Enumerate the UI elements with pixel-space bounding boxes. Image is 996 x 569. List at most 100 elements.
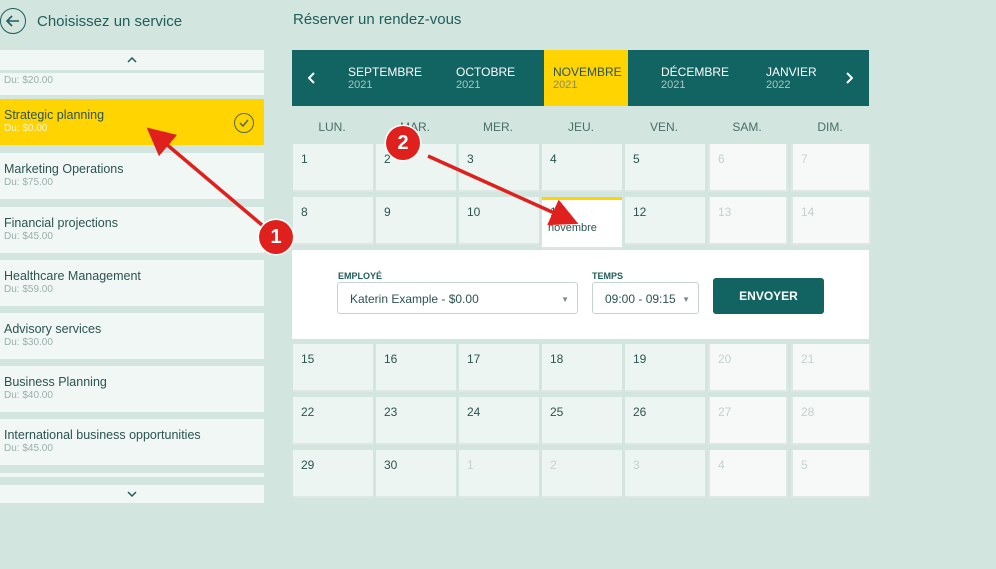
day-number: 8 <box>301 205 308 219</box>
day-number: 20 <box>718 352 732 366</box>
calendar-day[interactable]: 9 <box>376 197 456 245</box>
day-number: 13 <box>718 205 732 219</box>
calendar-day-disabled: 20 <box>708 344 788 392</box>
month-tab-november[interactable]: NOVEMBRE 2021 <box>544 50 628 106</box>
calendar-day[interactable]: 10 <box>459 197 539 245</box>
calendar-day[interactable]: 4 <box>542 144 622 192</box>
employee-value: Katerin Example - $0.00 <box>350 292 479 306</box>
day-number: 5 <box>801 458 808 472</box>
calendar-day-disabled: 14 <box>791 197 871 245</box>
day-number: 4 <box>550 152 557 166</box>
selected-day-month: novembre <box>548 222 597 234</box>
day-number: 17 <box>467 352 481 366</box>
calendar-day[interactable]: 26 <box>625 397 705 445</box>
calendar-day[interactable]: 29 <box>293 450 373 498</box>
day-number: 21 <box>801 352 815 366</box>
calendar-day[interactable]: 15 <box>293 344 373 392</box>
service-item-financial-projections[interactable]: Financial projections Du: $45.00 <box>0 207 264 253</box>
calendar-day[interactable]: 23 <box>376 397 456 445</box>
weekday-header: SAM. <box>732 120 762 134</box>
month-tab-september[interactable]: SEPTEMBRE 2021 <box>348 50 428 106</box>
submit-button[interactable]: ENVOYER <box>713 278 824 314</box>
calendar-day[interactable]: 19 <box>625 344 705 392</box>
annotation-badge-2: 2 <box>386 126 420 160</box>
day-number: 4 <box>718 458 725 472</box>
calendar-day-disabled: 13 <box>708 197 788 245</box>
previous-month-button[interactable] <box>292 50 332 106</box>
service-title: Choisissez un service <box>37 12 183 30</box>
weekday-header: JEU. <box>567 120 594 134</box>
day-number: 11 <box>550 205 563 219</box>
service-item-healthcare-management[interactable]: Healthcare Management Du: $59.00 <box>0 260 264 306</box>
weekday-header: VEN. <box>649 120 678 134</box>
day-number: 12 <box>633 205 647 219</box>
service-item-advisory-services[interactable]: Advisory services Du: $30.00 <box>0 313 264 359</box>
dropdown-caret-icon: ▼ <box>682 295 690 304</box>
calendar-day[interactable]: 22 <box>293 397 373 445</box>
day-number: 18 <box>550 352 564 366</box>
calendar-day[interactable]: 25 <box>542 397 622 445</box>
service-name: Strategic planning <box>4 108 105 122</box>
service-item-strategic-planning[interactable]: Strategic planning Du: $0.00 <box>0 99 264 145</box>
service-item-business-planning[interactable]: Business Planning Du: $40.00 <box>0 366 264 412</box>
day-number: 30 <box>384 458 398 472</box>
month-tab-january[interactable]: JANVIER 2022 <box>766 50 836 106</box>
next-month-button[interactable] <box>829 50 869 106</box>
month-tab-october[interactable]: OCTOBRE 2021 <box>456 50 536 106</box>
time-value: 09:00 - 09:15 <box>605 292 676 306</box>
calendar-day-disabled: 6 <box>708 144 788 192</box>
service-name: Healthcare Management <box>4 269 141 283</box>
booking-panel: EMPLOYÉ Katerin Example - $0.00 ▼ TEMPS … <box>292 250 869 339</box>
service-item-marketing-operations[interactable]: Marketing Operations Du: $75.00 <box>0 153 264 199</box>
calendar-day[interactable]: 8 <box>293 197 373 245</box>
service-name: Financial projections <box>4 216 118 230</box>
calendar-day-disabled: 27 <box>708 397 788 445</box>
calendar-day-disabled: 21 <box>791 344 871 392</box>
calendar-day[interactable]: 16 <box>376 344 456 392</box>
service-name: Marketing Operations <box>4 162 124 176</box>
weekday-header: LUN. <box>318 120 346 134</box>
chevron-up-icon <box>127 57 137 63</box>
calendar-day[interactable]: 5 <box>625 144 705 192</box>
service-item-international-business[interactable]: International business opportunities Du:… <box>0 419 264 465</box>
calendar-day-outside-month: 2 <box>542 450 622 498</box>
day-number: 1 <box>301 152 308 166</box>
calendar-day-selected[interactable]: 11 novembre <box>542 197 622 249</box>
calendar-day[interactable]: 1 <box>293 144 373 192</box>
calendar-day[interactable]: 12 <box>625 197 705 245</box>
booking-title: Réserver un rendez-vous <box>293 11 462 28</box>
month-name: OCTOBRE <box>456 65 516 79</box>
month-name: SEPTEMBRE <box>348 65 423 79</box>
calendar-day[interactable]: 24 <box>459 397 539 445</box>
day-number: 10 <box>467 205 481 219</box>
service-price: Du: $0.00 <box>4 123 48 134</box>
service-header: Choisissez un service <box>0 8 182 34</box>
calendar-day[interactable]: 17 <box>459 344 539 392</box>
scroll-down-button[interactable] <box>0 485 264 503</box>
time-select[interactable]: 09:00 - 09:15 ▼ <box>592 282 699 314</box>
employee-select[interactable]: Katerin Example - $0.00 ▼ <box>337 282 578 314</box>
check-circle-icon <box>234 113 254 133</box>
day-number: 23 <box>384 405 398 419</box>
month-name: DÉCEMBRE <box>661 65 730 79</box>
month-year: 2021 <box>456 79 481 91</box>
day-number: 7 <box>801 152 808 166</box>
month-year: 2021 <box>661 79 686 91</box>
calendar-day[interactable]: 3 <box>459 144 539 192</box>
service-name: International business opportunities <box>4 428 201 442</box>
month-tab-december[interactable]: DÉCEMBRE 2021 <box>661 50 741 106</box>
weekday-header: DIM. <box>817 120 843 134</box>
calendar-day[interactable]: 18 <box>542 344 622 392</box>
service-price: Du: $20.00 <box>4 75 53 86</box>
day-number: 5 <box>633 152 640 166</box>
back-arrow-icon[interactable] <box>0 8 26 34</box>
calendar-day-outside-month: 1 <box>459 450 539 498</box>
service-item-partial[interactable]: Du: $20.00 <box>0 73 264 95</box>
calendar-day[interactable]: 30 <box>376 450 456 498</box>
scroll-up-button[interactable] <box>0 50 264 70</box>
service-item-partial-bottom <box>0 473 264 477</box>
day-number: 28 <box>801 405 815 419</box>
chevron-down-icon <box>127 491 137 497</box>
service-price: Du: $45.00 <box>4 443 53 454</box>
day-number: 29 <box>301 458 315 472</box>
